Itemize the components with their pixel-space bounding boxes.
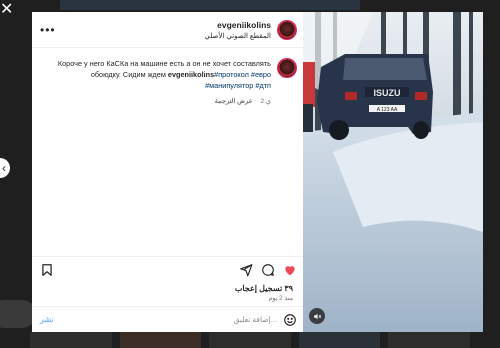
close-icon[interactable]: ✕ [0, 2, 14, 18]
audio-label[interactable]: المقطع الصوتي الأصلي [58, 32, 271, 40]
post-media[interactable]: ISUZU A 123 AA [303, 12, 483, 332]
heart-icon[interactable] [283, 263, 297, 277]
comment-bar: نشر [32, 306, 303, 332]
avatar[interactable] [277, 58, 297, 78]
person [303, 62, 315, 107]
feed-pill [0, 300, 36, 328]
post-info-panel: ••• evgeniikolins المقطع الصوتي الأصلي К… [32, 12, 303, 332]
likes-count[interactable]: ٣٩ تسجيل إعجاب [32, 282, 303, 293]
feed-thumbnail [209, 332, 291, 348]
hashtag[interactable]: #манипулятор [205, 81, 253, 90]
post-header: ••• evgeniikolins المقطع الصوتي الأصلي [32, 12, 303, 48]
svg-text:ISUZU: ISUZU [374, 88, 401, 98]
author-username[interactable]: evgeniikolins [58, 20, 271, 30]
feed-thumbnail [298, 332, 381, 348]
hashtag[interactable]: #евро [251, 70, 271, 79]
comment-input[interactable] [53, 315, 283, 324]
avatar[interactable] [277, 19, 297, 40]
caption-row: Короче у него КаСКа на машине есть а он … [40, 58, 297, 105]
feed-post-thumbnail [60, 0, 360, 10]
feed-thumbnail [388, 332, 470, 348]
comment-icon[interactable] [261, 263, 275, 277]
video-frame: ISUZU A 123 AA [303, 12, 483, 332]
feed-thumbnail [119, 332, 202, 348]
feed-thumbnails-row [30, 332, 470, 348]
hashtag[interactable]: #протокол [214, 70, 249, 79]
caption-username[interactable]: evgeniikolins [168, 70, 214, 79]
send-icon[interactable] [239, 263, 253, 277]
see-translation-link[interactable]: عرض الترجمة [215, 97, 253, 105]
post-modal: ••• evgeniikolins المقطع الصوتي الأصلي К… [32, 12, 483, 332]
mute-icon[interactable] [309, 308, 325, 324]
post-time: منذ 2 يوم [268, 295, 294, 302]
more-options-icon[interactable]: ••• [40, 23, 58, 37]
bookmark-icon[interactable] [40, 263, 54, 277]
emoji-icon[interactable] [283, 313, 297, 327]
caption-age: 2 ي [260, 98, 271, 105]
svg-text:A 123 AA: A 123 AA [377, 107, 398, 113]
caption-block: Короче у него КаСКа на машине есть а он … [52, 58, 277, 105]
hashtag[interactable]: #дтп [255, 81, 271, 90]
caption-meta: عرض الترجمة 2 ي [52, 97, 271, 105]
post-comment-button[interactable]: نشر [40, 315, 54, 324]
comments-area: Короче у него КаСКа на машине есть а он … [32, 48, 303, 256]
feed-thumbnail [30, 332, 112, 348]
caption-text: Короче у него КаСКа на машине есть а он … [52, 58, 271, 91]
action-bar [32, 256, 303, 282]
author-info: evgeniikolins المقطع الصوتي الأصلي [58, 20, 277, 40]
